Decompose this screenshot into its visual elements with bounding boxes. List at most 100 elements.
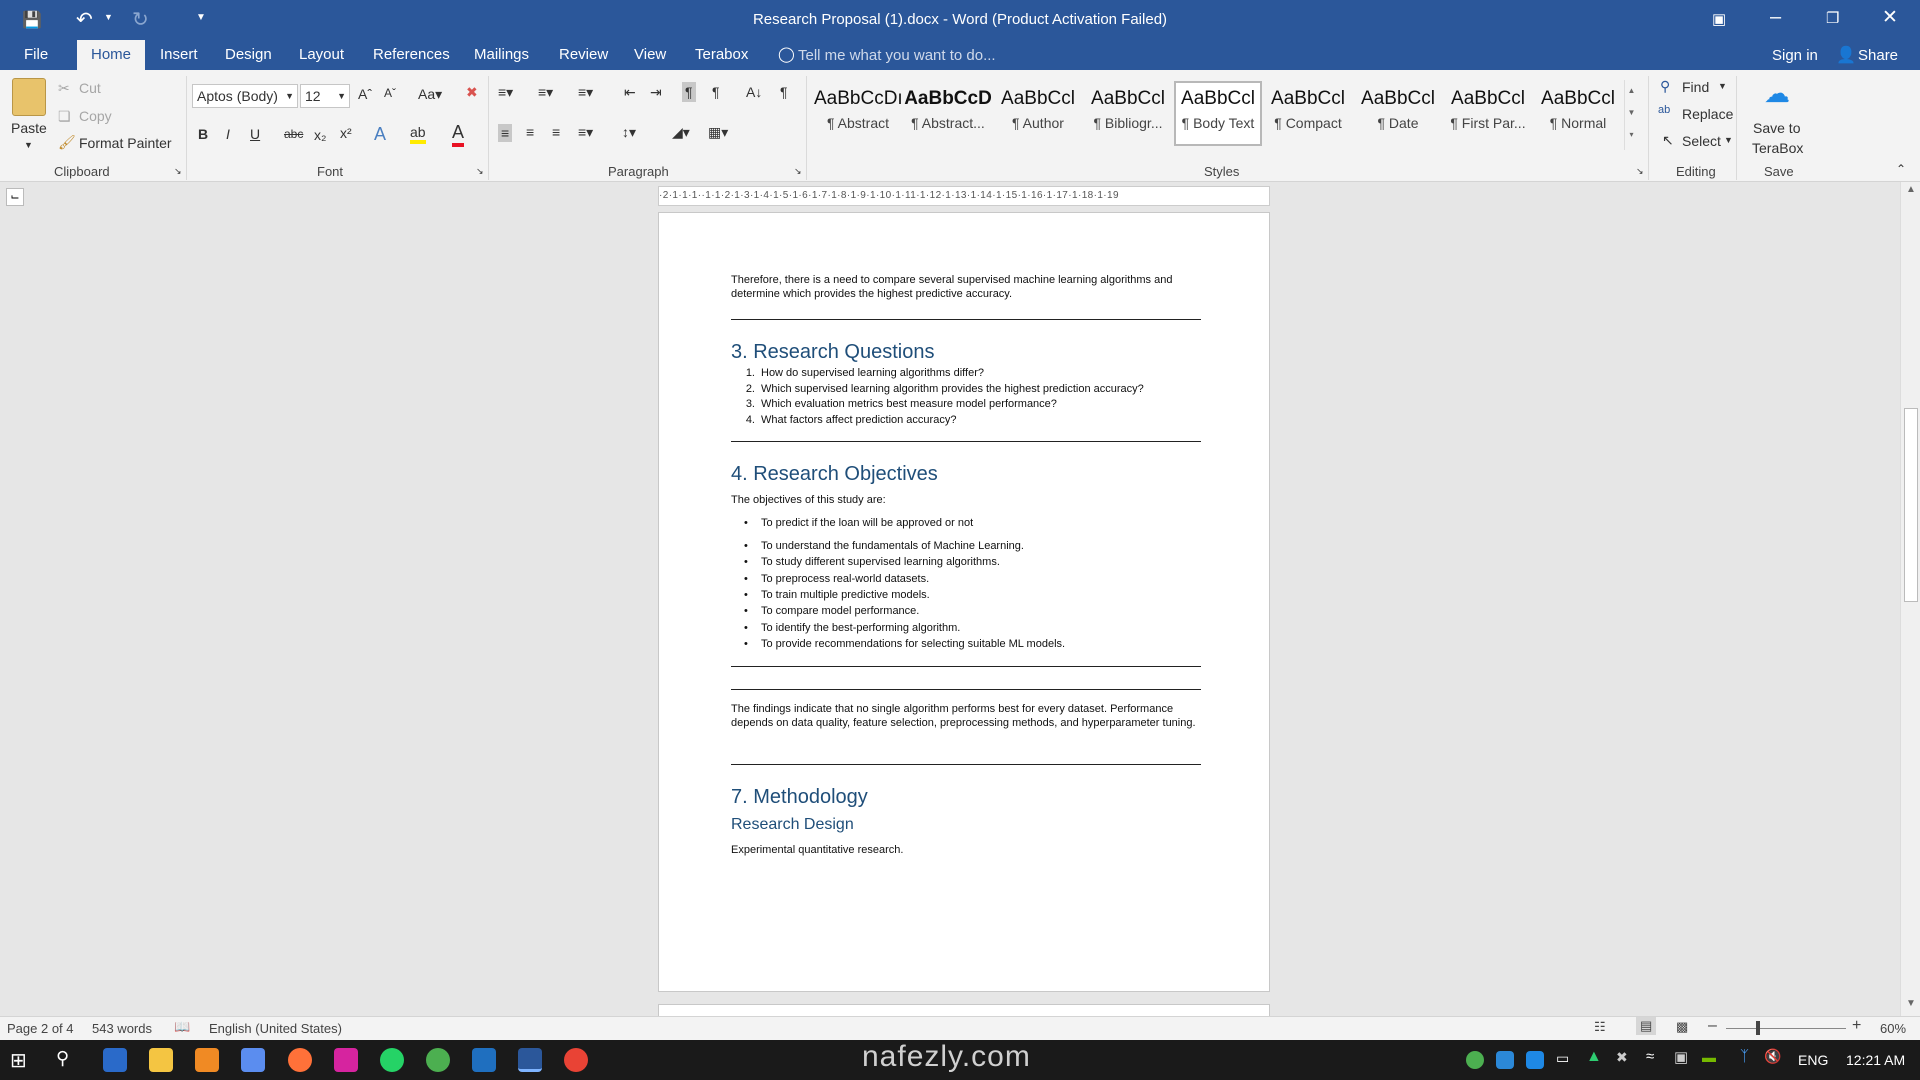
close-icon[interactable]: ✕ [1882, 6, 1898, 29]
cloud-upload-icon[interactable]: ☁ [1764, 78, 1790, 109]
language-indicator[interactable]: English (United States) [209, 1021, 342, 1036]
vpn-icon[interactable] [241, 1048, 265, 1072]
tab-references[interactable]: References [359, 40, 464, 70]
font-name-combo[interactable]: Aptos (Body) ▼ [192, 84, 298, 108]
paste-button[interactable]: Paste [11, 120, 47, 136]
decrease-indent-icon[interactable]: ⇤ [624, 84, 636, 101]
input-language[interactable]: ENG [1798, 1052, 1828, 1068]
vlc-icon[interactable] [195, 1048, 219, 1072]
collapse-ribbon-icon[interactable]: ⌃ [1896, 162, 1906, 176]
tab-terabox[interactable]: Terabox [681, 40, 762, 70]
find-icon[interactable]: ⚲ [1660, 78, 1670, 95]
show-marks-icon[interactable]: ¶ [780, 84, 788, 100]
tab-design[interactable]: Design [211, 40, 286, 70]
align-right-icon[interactable]: ≡ [552, 124, 560, 140]
vscode-icon[interactable] [472, 1048, 496, 1072]
nvidia-icon[interactable]: ▬ [1702, 1049, 1716, 1065]
italic-icon[interactable]: I [226, 126, 230, 142]
scroll-down-icon[interactable]: ▼ [1906, 998, 1916, 1009]
zoom-out-icon[interactable]: – [1708, 1017, 1717, 1035]
grow-font-icon[interactable]: Aˆ [358, 86, 372, 102]
ribbon-display-icon[interactable]: ▣ [1712, 10, 1726, 28]
select-dropdown-icon[interactable]: ▼ [1724, 135, 1733, 145]
chrome-icon[interactable] [426, 1048, 450, 1072]
word-count[interactable]: 543 words [92, 1021, 152, 1036]
document-page[interactable]: Therefore, there is a need to compare se… [658, 212, 1270, 992]
windows-start-icon[interactable]: ⊞ [10, 1048, 27, 1073]
tray-warning-icon[interactable]: ✖ [1616, 1049, 1628, 1066]
undo-dropdown-icon[interactable]: ▼ [104, 12, 113, 22]
tell-me-box[interactable]: Tell me what you want to do... [798, 47, 996, 64]
tab-mailings[interactable]: Mailings [460, 40, 543, 70]
tray-chrome-icon[interactable] [1466, 1051, 1484, 1069]
borders-icon[interactable]: ▦▾ [708, 124, 728, 141]
bold-icon[interactable]: B [198, 126, 208, 142]
subscript-icon[interactable]: x₂ [314, 127, 326, 143]
tray-sync-icon[interactable] [1526, 1051, 1544, 1069]
paste-icon[interactable] [12, 78, 46, 116]
style-body-text[interactable]: AaBbCcl ¶ Body Text [1174, 81, 1262, 146]
read-mode-icon[interactable]: ☷ [1594, 1019, 1606, 1035]
strikethrough-icon[interactable]: abc [284, 127, 303, 141]
tab-view[interactable]: View [620, 40, 680, 70]
cut-button[interactable]: Cut [79, 80, 101, 96]
drive-icon[interactable]: ▲ [1586, 1048, 1602, 1066]
undo-icon[interactable]: ↶ [76, 7, 93, 32]
zoom-slider-thumb[interactable] [1756, 1021, 1760, 1035]
save-to-terabox-line1[interactable]: Save to [1753, 120, 1800, 136]
format-painter-button[interactable]: Format Painter [79, 135, 172, 151]
sort-icon[interactable]: A↓ [746, 84, 762, 100]
save-icon[interactable]: 💾 [22, 10, 42, 30]
copy-button[interactable]: Copy [79, 108, 112, 124]
style-compact[interactable]: AaBbCcl ¶ Compact [1264, 83, 1352, 148]
redo-icon[interactable]: ↻ [132, 7, 149, 32]
battery-icon[interactable]: ▭ [1556, 1050, 1569, 1067]
text-effects-icon[interactable]: A [374, 124, 386, 145]
bluetooth-icon[interactable]: ᛉ [1740, 1048, 1749, 1065]
tray-app-icon[interactable] [1496, 1051, 1514, 1069]
font-size-combo[interactable]: 12 ▼ [300, 84, 350, 108]
customize-qat-icon[interactable]: ▼ [196, 12, 206, 23]
style-bibliography[interactable]: AaBbCcl ¶ Bibliogr... [1084, 83, 1172, 148]
print-layout-icon[interactable]: ▤ [1636, 1017, 1657, 1035]
tab-selector-icon[interactable]: ⌙ [6, 188, 24, 206]
display-icon[interactable]: ▣ [1674, 1048, 1688, 1066]
tab-layout[interactable]: Layout [285, 40, 358, 70]
replace-icon[interactable]: ab [1658, 104, 1670, 116]
zoom-level[interactable]: 60% [1880, 1021, 1906, 1036]
firefox-icon[interactable] [288, 1048, 312, 1072]
page-count[interactable]: Page 2 of 4 [7, 1021, 74, 1036]
align-left-icon[interactable]: ≡ [498, 124, 513, 142]
highlight-icon[interactable]: ab [410, 124, 426, 144]
maps-icon[interactable] [564, 1048, 588, 1072]
scroll-up-icon[interactable]: ▲ [1906, 184, 1916, 195]
zoom-in-icon[interactable]: + [1852, 1017, 1861, 1035]
underline-icon[interactable]: U [250, 126, 260, 142]
select-icon[interactable]: ↖ [1662, 132, 1674, 149]
vertical-scrollbar[interactable]: ▲ ▼ [1900, 182, 1920, 1016]
find-button[interactable]: Find [1682, 79, 1709, 95]
wifi-icon[interactable]: ≈ [1646, 1048, 1654, 1065]
paragraph-launcher-icon[interactable]: ↘ [794, 166, 802, 177]
horizontal-ruler[interactable]: ·2·1·1·1··1·1·2·1·3·1·4·1·5·1·6·1·7·1·8·… [658, 186, 1270, 206]
clipboard-launcher-icon[interactable]: ↘ [174, 166, 182, 177]
style-date[interactable]: AaBbCcl ¶ Date [1354, 83, 1442, 148]
proofing-icon[interactable]: 📖 [174, 1019, 190, 1035]
file-explorer-icon[interactable] [149, 1048, 173, 1072]
find-dropdown-icon[interactable]: ▼ [1718, 81, 1727, 91]
tab-file[interactable]: File [10, 40, 62, 70]
style-author[interactable]: AaBbCcl ¶ Author [994, 83, 1082, 148]
change-case-icon[interactable]: Aa▾ [418, 86, 442, 103]
whatsapp-icon[interactable] [380, 1048, 404, 1072]
numbering-icon[interactable]: ≡▾ [538, 84, 553, 101]
styles-launcher-icon[interactable]: ↘ [1636, 166, 1644, 177]
search-icon[interactable]: ⚲ [56, 1048, 69, 1069]
save-to-terabox-line2[interactable]: TeraBox [1752, 140, 1803, 156]
tab-review[interactable]: Review [545, 40, 622, 70]
share-button[interactable]: Share [1858, 47, 1898, 64]
shading-icon[interactable]: ◢▾ [672, 124, 690, 141]
clear-formatting-icon[interactable]: ✖ [466, 84, 478, 101]
web-layout-icon[interactable]: ▩ [1676, 1019, 1688, 1035]
multilevel-list-icon[interactable]: ≡▾ [578, 84, 593, 101]
sign-in-link[interactable]: Sign in [1772, 47, 1818, 64]
